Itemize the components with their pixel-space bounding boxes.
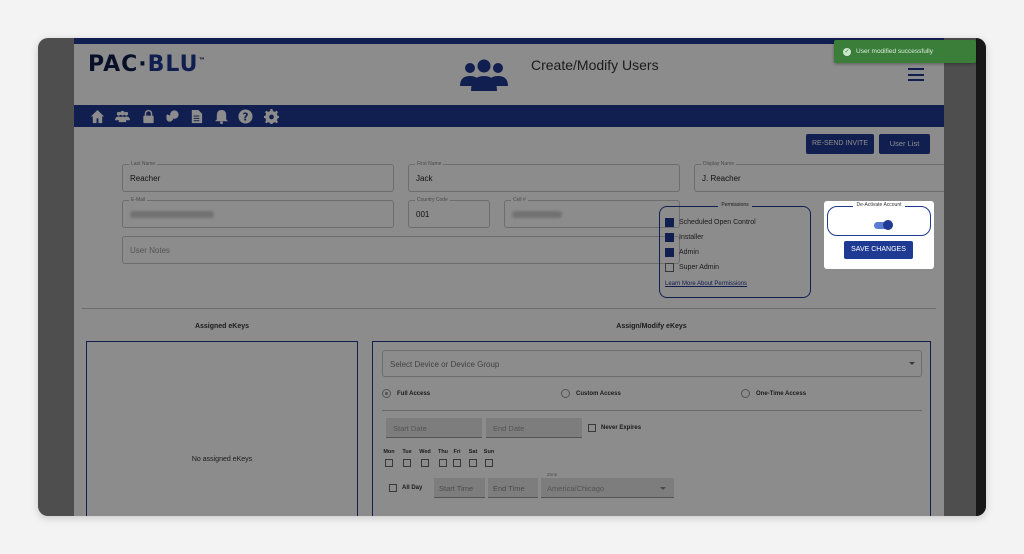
window-edge (976, 38, 986, 516)
section-divider (82, 308, 936, 309)
never-expires-checkbox[interactable]: Never Expires (588, 424, 641, 432)
toggle-knob[interactable] (883, 220, 893, 230)
radio-unselected[interactable] (561, 389, 570, 398)
gear-icon[interactable] (263, 108, 279, 124)
permission-admin[interactable]: Admin (665, 247, 699, 257)
home-icon[interactable] (89, 108, 105, 124)
radio-one-time-access[interactable]: One-Time Access (741, 389, 806, 398)
display-name-field[interactable]: Display Name J. Reacher (694, 160, 944, 192)
learn-more-permissions-link[interactable]: Learn More About Permissions (665, 281, 747, 287)
end-time-input[interactable]: End Time (488, 478, 538, 498)
permission-scheduled-open-control[interactable]: Scheduled Open Control (665, 217, 756, 227)
no-ekeys-text: No assigned eKeys (191, 456, 253, 463)
help-icon[interactable]: ? (237, 108, 253, 124)
radio-selected[interactable] (382, 389, 391, 398)
all-day-checkbox[interactable]: All Day (389, 484, 422, 492)
user-list-button[interactable]: User List (879, 134, 930, 154)
assigned-ekeys-panel: No assigned eKeys (86, 341, 358, 516)
display-name-label: Display Name (701, 160, 737, 168)
nav-bar: ? (74, 105, 944, 127)
first-name-field[interactable]: First Name Jack (408, 160, 680, 192)
country-code-label: Country Code (415, 196, 450, 204)
display-name-value: J. Reacher (702, 174, 741, 183)
country-code-field[interactable]: Country Code 001 (408, 196, 490, 228)
radio-unselected[interactable] (741, 389, 750, 398)
users-icon[interactable] (114, 108, 130, 124)
device-select[interactable]: Select Device or Device Group (382, 350, 922, 377)
permission-super-admin[interactable]: Super Admin (665, 262, 719, 272)
day-wed[interactable]: Wed (417, 449, 433, 467)
deactivate-account-box: De-Activate Account (827, 202, 931, 236)
checkbox-checked[interactable] (665, 232, 674, 242)
browser-frame: PAC·BLU™ Create/Modify Users ? RE-SEND I… (38, 38, 986, 516)
chevron-down-icon (660, 487, 666, 490)
last-name-label: Last Name (129, 160, 158, 168)
deactivate-account-title: De-Activate Account (853, 202, 905, 208)
checkbox-unchecked[interactable] (665, 262, 674, 272)
cell-label: Cell # (511, 196, 528, 204)
zone-label: Zone (547, 472, 558, 477)
user-notes-placeholder: User Notes (130, 246, 171, 255)
zone-select[interactable]: Zone America/Chicago (541, 472, 674, 498)
cell-value-redacted (512, 211, 562, 218)
permissions-title: Permissions (718, 202, 752, 208)
email-field[interactable]: E-Mail (122, 196, 394, 228)
start-time-input[interactable]: Start Time (434, 478, 485, 498)
assign-ekeys-panel: Select Device or Device Group Full Acces… (372, 341, 931, 516)
assigned-ekeys-title: Assigned eKeys (194, 323, 250, 330)
top-accent-strip (74, 38, 944, 44)
resend-invite-button[interactable]: RE-SEND INVITE (806, 134, 874, 154)
deactivate-panel: De-Activate Account SAVE CHANGES (824, 201, 934, 269)
country-code-value: 001 (416, 210, 430, 219)
checkbox-checked[interactable] (665, 247, 674, 257)
first-name-label: First Name (415, 160, 444, 168)
email-label: E-Mail (129, 196, 148, 204)
svg-text:?: ? (242, 111, 248, 123)
zone-value: America/Chicago (547, 484, 605, 493)
end-date-input[interactable]: End Date (486, 418, 582, 438)
cell-field[interactable]: Cell # (504, 196, 680, 228)
day-mon[interactable]: Mon (381, 449, 397, 467)
last-name-value: Reacher (130, 174, 161, 183)
day-tue[interactable]: Tue (399, 449, 415, 467)
checkbox-checked[interactable] (665, 217, 674, 227)
app-page: PAC·BLU™ Create/Modify Users ? RE-SEND I… (74, 38, 944, 516)
page-title: Create/Modify Users (531, 57, 659, 73)
document-icon[interactable] (188, 108, 204, 124)
keys-icon[interactable] (164, 108, 180, 124)
pac-blu-logo: PAC·BLU™ (88, 52, 207, 77)
radio-full-access[interactable]: Full Access (382, 389, 430, 398)
bell-icon[interactable] (213, 108, 229, 124)
toast-message: User modified successfully (856, 48, 933, 55)
day-sat[interactable]: Sat (465, 449, 481, 467)
first-name-value: Jack (416, 174, 433, 183)
access-divider (382, 410, 922, 411)
user-notes-field[interactable]: User Notes (122, 236, 680, 264)
check-circle-icon: ✓ (843, 47, 851, 56)
device-select-placeholder: Select Device or Device Group (390, 360, 500, 369)
assign-modify-ekeys-title: Assign/Modify eKeys (616, 323, 687, 330)
hamburger-menu-icon[interactable] (908, 68, 924, 81)
start-date-input[interactable]: Start Date (386, 418, 482, 438)
success-toast: ✓ User modified successfully (834, 40, 976, 63)
day-fri[interactable]: Fri (449, 449, 465, 467)
permission-installer[interactable]: Installer (665, 232, 704, 242)
users-header-icon (460, 59, 508, 91)
last-name-field[interactable]: Last Name Reacher (122, 160, 394, 192)
radio-custom-access[interactable]: Custom Access (561, 389, 621, 398)
permissions-box: Permissions Scheduled Open Control Insta… (659, 202, 811, 298)
email-value-redacted (130, 211, 214, 218)
lock-icon[interactable] (140, 108, 156, 124)
chevron-down-icon (909, 362, 915, 365)
day-sun[interactable]: Sun (481, 449, 497, 467)
save-changes-button[interactable]: SAVE CHANGES (844, 241, 913, 259)
